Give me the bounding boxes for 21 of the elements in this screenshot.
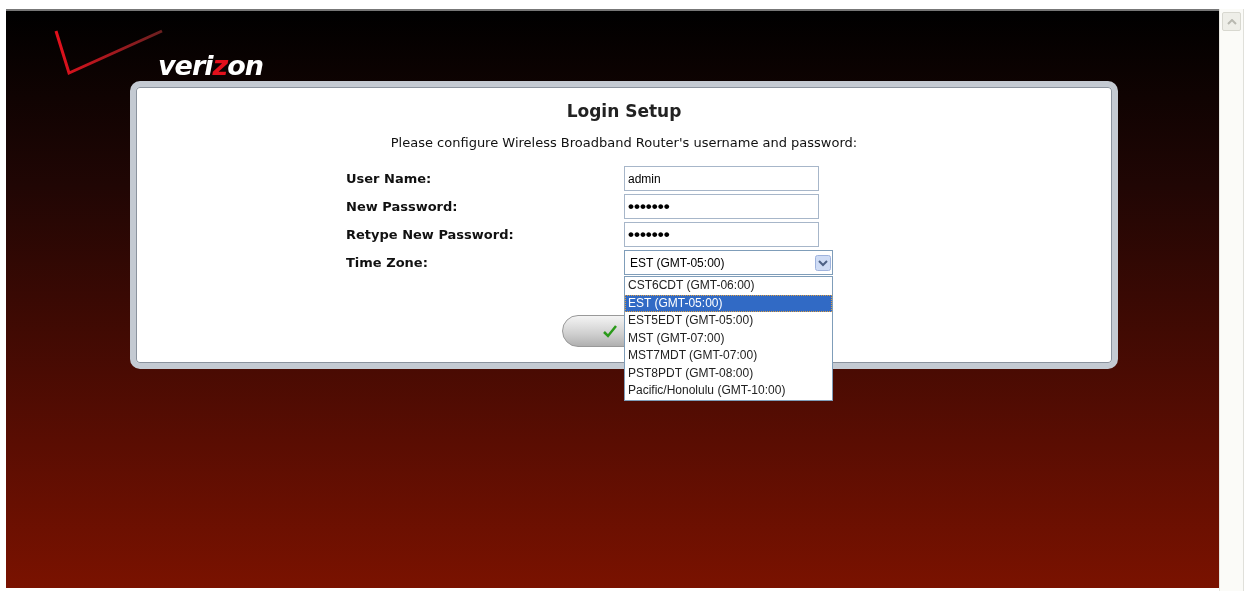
dropdown-option[interactable]: CST6CDT (GMT-06:00) — [625, 277, 832, 295]
dropdown-option[interactable]: EST5EDT (GMT-05:00) — [625, 312, 832, 330]
field-label: Retype New Password: — [346, 227, 515, 242]
password-field[interactable]: ••••••• — [624, 222, 819, 247]
password-field[interactable]: ••••••• — [624, 194, 819, 219]
field-label: Time Zone: — [346, 255, 429, 270]
instruction-text: Please configure Wireless Broadband Router's username and password: — [389, 135, 859, 150]
dropdown-option[interactable]: MST (GMT-07:00) — [625, 329, 832, 347]
timezone-dropdown[interactable]: EST (GMT-05:00) — [624, 250, 833, 275]
dropdown-option[interactable]: Pacific/Honolulu (GMT-10:00) — [625, 382, 832, 400]
scrollbar[interactable] — [1219, 9, 1244, 591]
logo-wordmark: verizon — [158, 52, 263, 79]
scroll-up-button[interactable] — [1222, 12, 1241, 31]
field-label: User Name: — [346, 171, 433, 186]
field-label: New Password: — [346, 199, 459, 214]
checkmark-icon — [603, 324, 617, 338]
card-title: Login Setup — [565, 101, 683, 121]
username-field[interactable]: admin — [624, 166, 819, 191]
dropdown-option[interactable]: MST7MDT (GMT-07:00) — [625, 347, 832, 365]
dropdown-option[interactable]: EST (GMT-05:00) — [625, 294, 832, 312]
dropdown-option[interactable]: PST8PDT (GMT-08:00) — [625, 364, 832, 382]
